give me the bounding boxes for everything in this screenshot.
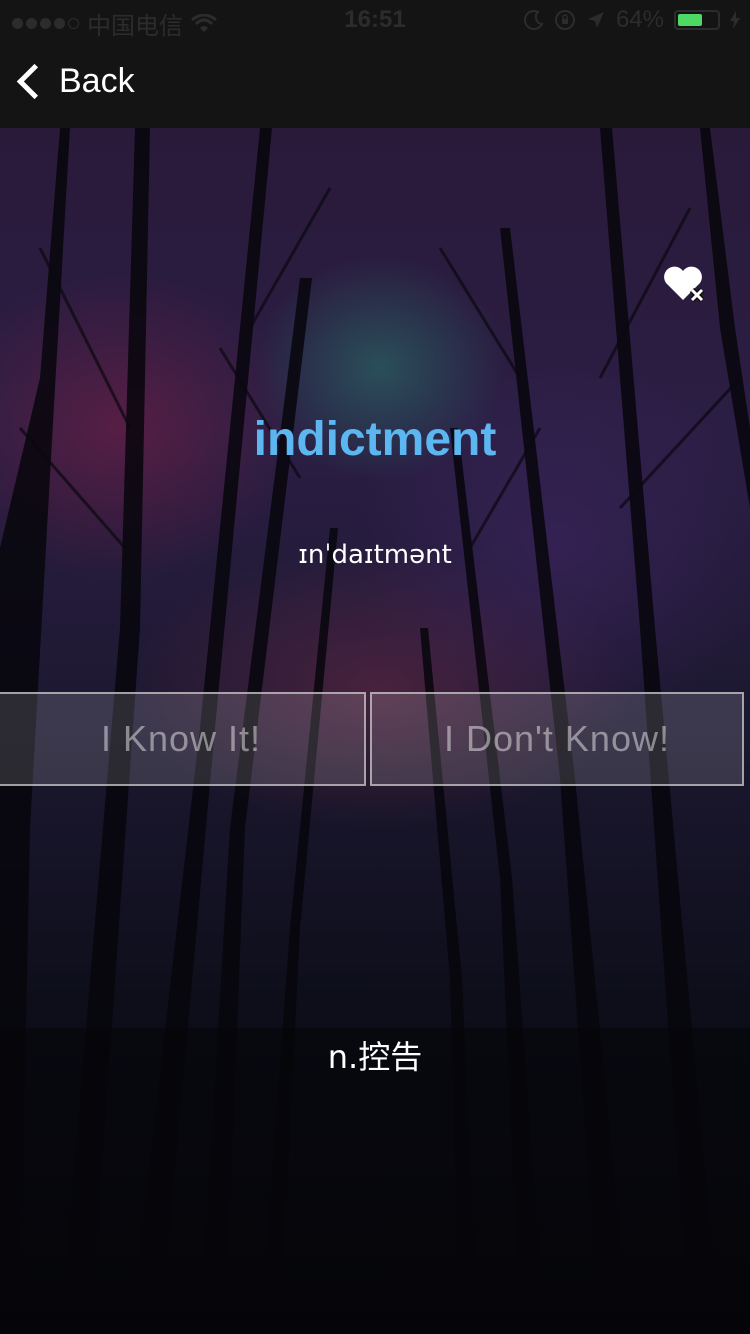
back-button[interactable]: Back (14, 62, 135, 101)
status-bar: 中国电信 16:51 64% (0, 0, 750, 40)
location-arrow-icon (587, 12, 604, 28)
battery-percent: 64% (615, 6, 664, 33)
chevron-left-icon (16, 63, 53, 100)
phonetic-transcription: ɪnˈdaɪtmənt (298, 540, 452, 570)
battery-fill (678, 14, 703, 26)
battery-icon (674, 10, 720, 30)
navigation-bar: Back (0, 40, 750, 128)
word-definition: n.控告 (327, 1038, 423, 1076)
dont-know-button[interactable]: I Don't Know! (370, 692, 744, 786)
charging-bolt-icon (730, 11, 740, 29)
know-it-button[interactable]: I Know It! (0, 692, 366, 786)
heart-remove-icon[interactable] (662, 264, 708, 304)
forest-background: indictment ɪnˈdaɪtmənt I Know It! I Don'… (0, 128, 750, 1334)
screen: 中国电信 16:51 64% Back indictment ɪnˈdaɪtmə… (0, 0, 750, 1334)
vocabulary-word: indictment (253, 413, 497, 466)
back-label: Back (59, 62, 135, 100)
moon-icon (523, 10, 544, 30)
rotation-lock-icon (554, 10, 575, 30)
status-right: 64% (523, 6, 740, 34)
